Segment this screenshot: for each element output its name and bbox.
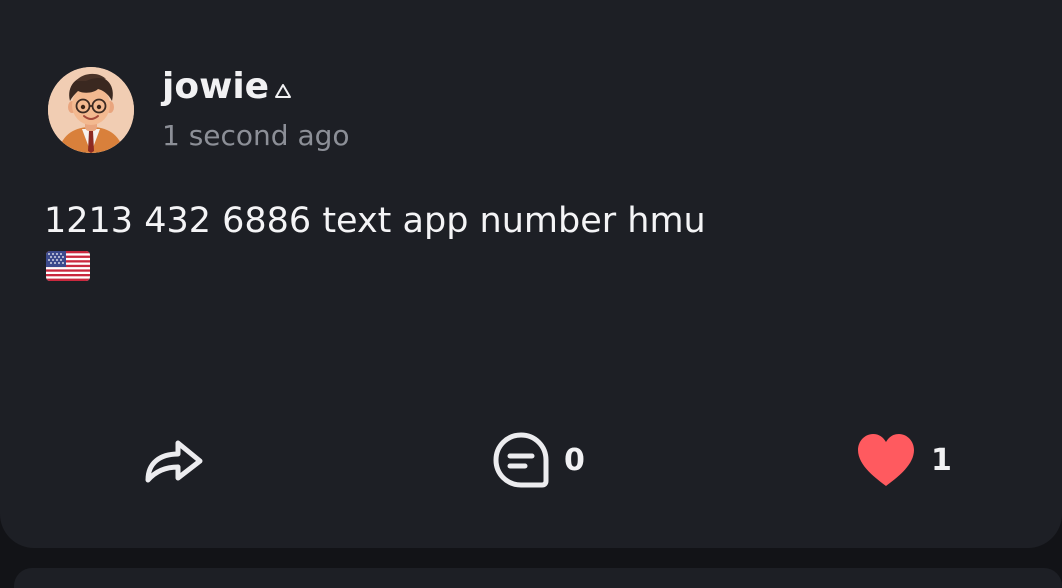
author-row: jowie (162, 66, 292, 107)
avatar[interactable] (48, 67, 134, 153)
us-flag-emoji (46, 251, 90, 281)
comment-button[interactable]: 0 (492, 430, 602, 490)
post-card: jowie 1 second ago 1213 432 6886 text ap… (0, 0, 1062, 548)
comment-count: 0 (564, 442, 585, 478)
post-body: 1213 432 6886 text app number hmu (44, 201, 706, 241)
comment-bubble-icon (493, 432, 549, 488)
post-timestamp: 1 second ago (162, 119, 350, 152)
avatar-image (48, 67, 134, 153)
like-button[interactable]: 1 (855, 430, 965, 490)
next-post-card-edge (14, 568, 1062, 588)
username[interactable]: jowie (162, 66, 269, 107)
share-arrow-icon (145, 440, 203, 483)
heart-icon (858, 434, 914, 486)
share-button[interactable] (142, 433, 206, 487)
like-count: 1 (931, 442, 952, 478)
triangle-badge-icon (275, 83, 292, 98)
